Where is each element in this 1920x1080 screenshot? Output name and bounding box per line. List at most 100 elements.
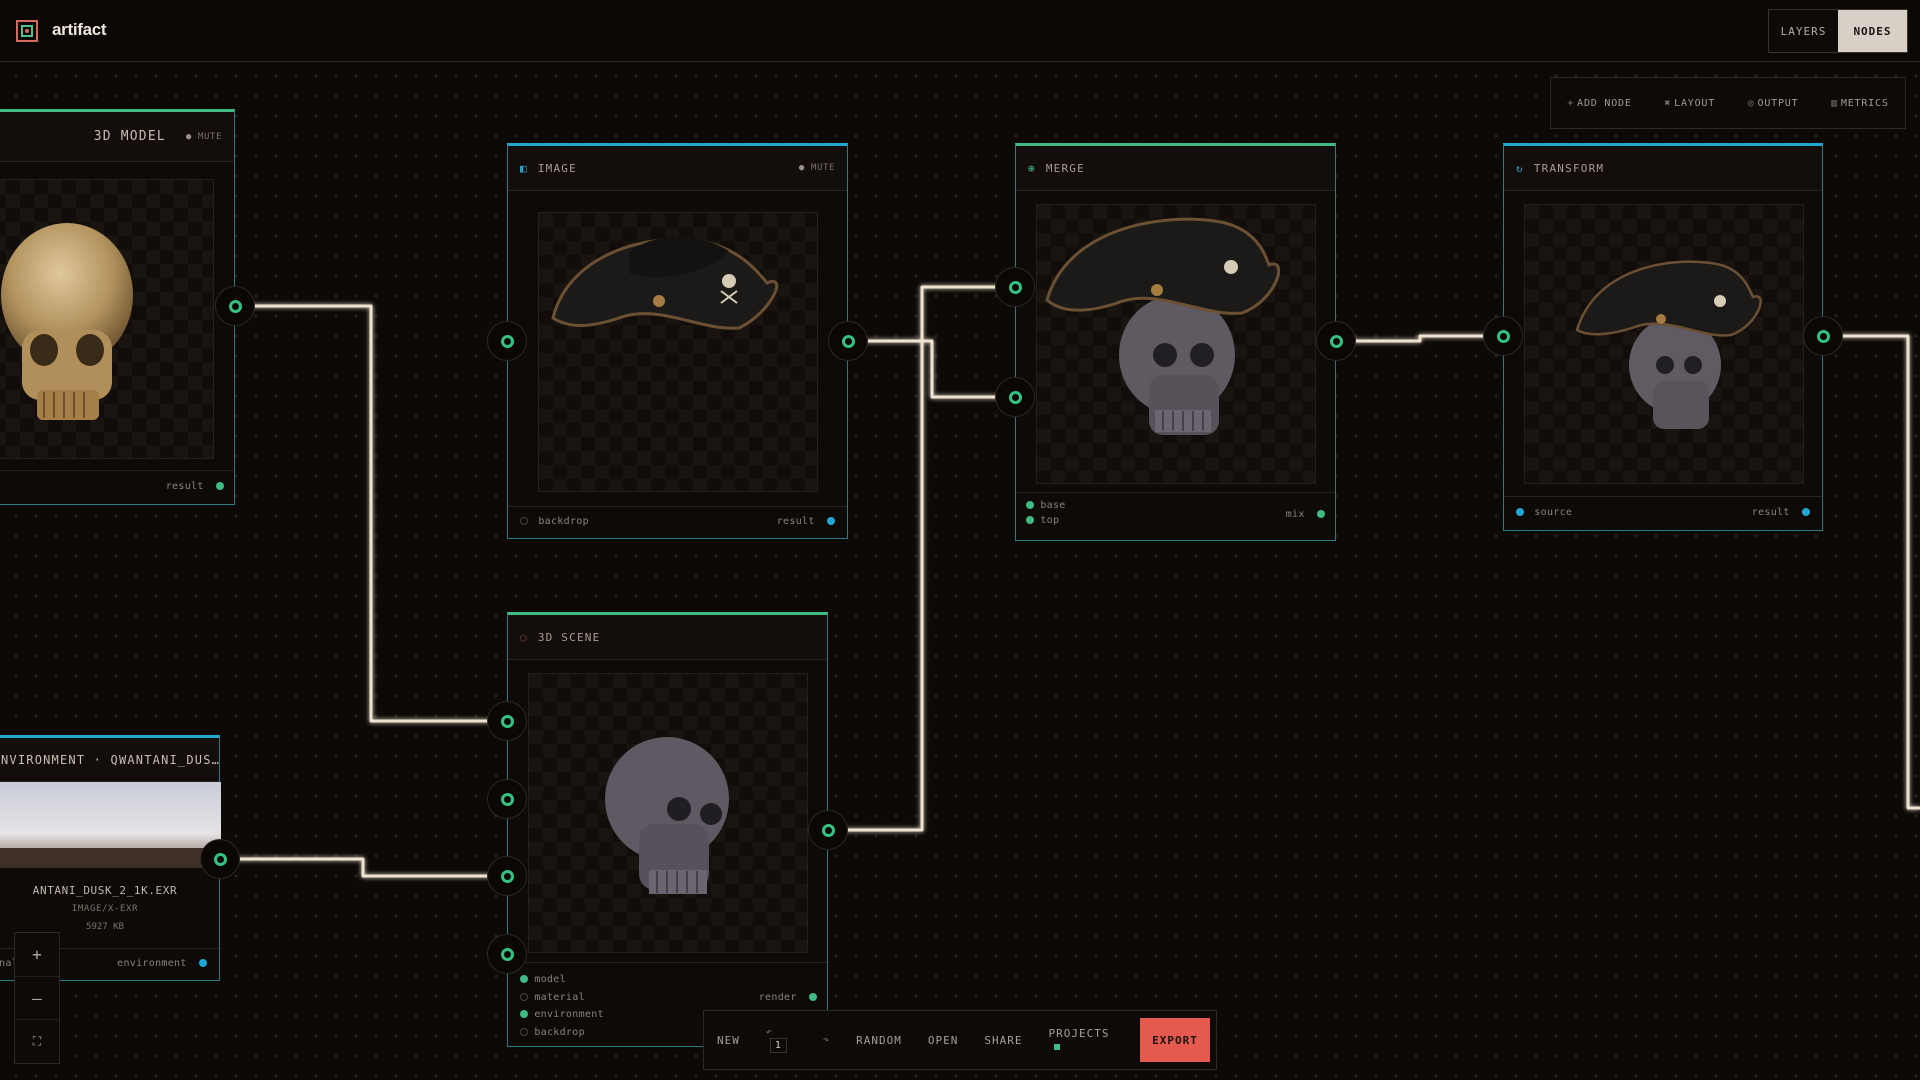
projects-status-indicator [1054, 1044, 1061, 1050]
node-merge[interactable]: ⊕ MERGE base top mix [1015, 143, 1336, 541]
zoom-out-button[interactable]: — [15, 977, 59, 1021]
top-bar: artifact LAYERS NODES [0, 0, 1920, 62]
node-preview [0, 179, 214, 459]
zoom-controls: + — ⛶ [14, 932, 60, 1064]
nodes-tab[interactable]: NODES [1838, 10, 1907, 52]
output-port-label: result [165, 481, 204, 492]
port-scene-render[interactable] [808, 810, 848, 850]
port-merge-top[interactable] [995, 377, 1035, 417]
node-title: MERGE [1045, 161, 1085, 175]
port-transform-source[interactable] [1483, 316, 1523, 356]
export-button[interactable]: EXPORT [1139, 1018, 1210, 1062]
port-scene-material[interactable] [487, 779, 527, 819]
output-button[interactable]: ◎ OUTPUT [1748, 98, 1799, 109]
layout-button[interactable]: ✖ LAYOUT [1664, 98, 1715, 109]
node-3d-model[interactable]: 3D MODEL ● MUTE result [0, 109, 235, 505]
node-preview [1524, 204, 1804, 484]
port-scene-backdrop[interactable] [487, 934, 527, 974]
projects-button[interactable]: PROJECTS [1035, 1027, 1139, 1053]
input-dot[interactable] [520, 1027, 528, 1036]
input-dot[interactable] [1026, 516, 1034, 524]
fit-view-button[interactable]: ⛶ [15, 1020, 59, 1063]
node-header[interactable]: 3D MODEL ● MUTE [0, 112, 234, 162]
input-port-label: source [1534, 507, 1573, 518]
scene-input-model: model [520, 971, 815, 989]
node-footer: backdrop result [508, 506, 847, 538]
output-dot[interactable] [809, 993, 817, 1001]
metrics-button[interactable]: ▥ METRICS [1831, 98, 1889, 109]
undo-button[interactable]: ↶1 [753, 1027, 810, 1053]
open-button[interactable]: OPEN [915, 1034, 972, 1047]
node-title: TRANSFORM [1533, 161, 1605, 175]
undo-icon: ↶ [765, 1027, 773, 1038]
output-port-label: mix [1285, 509, 1305, 520]
port-merge-base[interactable] [995, 267, 1035, 307]
port-model-result[interactable] [215, 286, 255, 326]
mute-toggle[interactable]: ● MUTE [799, 163, 835, 173]
merge-input-base: base [1026, 500, 1325, 511]
merge-icon: ⊕ [1028, 161, 1036, 175]
node-3d-scene[interactable]: ○ 3D SCENE model material environment ba… [507, 612, 828, 1047]
redo-button[interactable]: ↷ [810, 1035, 843, 1046]
node-transform[interactable]: ↻ TRANSFORM source result [1503, 143, 1823, 531]
node-header[interactable]: ⊕ MERGE [1016, 146, 1335, 191]
port-image-result[interactable] [828, 321, 868, 361]
mute-toggle[interactable]: ● MUTE [186, 132, 222, 142]
output-port-label: render [758, 992, 797, 1003]
app-logo-icon[interactable] [16, 20, 38, 42]
output-dot[interactable] [827, 517, 835, 525]
port-environment-out[interactable] [200, 839, 240, 879]
image-icon: ◧ [520, 161, 528, 175]
target-icon: ◎ [1747, 97, 1755, 109]
add-node-button[interactable]: + ADD NODE [1567, 98, 1631, 109]
output-dot[interactable] [199, 959, 207, 967]
port-merge-mix[interactable] [1316, 321, 1356, 361]
port-transform-result[interactable] [1803, 316, 1843, 356]
scene-icon: ○ [520, 630, 528, 644]
skull-image [1, 223, 133, 420]
node-title: 3D SCENE [537, 630, 601, 644]
merge-input-top: top [1026, 515, 1325, 526]
node-header[interactable]: NVIRONMENT · QWANTANI_DUS… [0, 738, 219, 782]
input-dot[interactable] [520, 975, 528, 983]
output-dot[interactable] [216, 482, 224, 490]
skull-with-hat-image [1045, 217, 1281, 435]
output-dot[interactable] [1317, 510, 1325, 518]
port-scene-model[interactable] [487, 701, 527, 741]
scene-render-image [605, 737, 729, 894]
node-title: NVIRONMENT · QWANTANI_DUS… [1, 752, 221, 767]
port-scene-environment[interactable] [487, 856, 527, 896]
input-dot[interactable] [520, 1010, 528, 1018]
node-header[interactable]: ↻ TRANSFORM [1504, 146, 1822, 191]
node-footer: source result [1504, 496, 1822, 530]
layers-tab[interactable]: LAYERS [1769, 10, 1838, 52]
output-dot[interactable] [1802, 508, 1810, 516]
share-button[interactable]: SHARE [971, 1034, 1035, 1047]
plus-icon: + [1567, 97, 1575, 109]
metrics-icon: ▥ [1831, 97, 1838, 109]
environment-size: 5927 KB [86, 922, 124, 932]
input-dot[interactable] [1026, 501, 1034, 509]
node-preview [538, 212, 818, 492]
zoom-in-button[interactable]: + [15, 933, 59, 977]
input-dot[interactable] [1516, 508, 1524, 516]
environment-filename: ANTANI_DUSK_2_1K.EXR [32, 884, 178, 897]
input-port-label: backdrop [538, 516, 589, 527]
node-footer: result [0, 470, 234, 504]
input-dot[interactable] [520, 517, 528, 525]
node-title: 3D MODEL [93, 129, 166, 144]
output-port-label: result [1751, 507, 1790, 518]
port-image-backdrop[interactable] [487, 321, 527, 361]
bottom-action-bar: NEW ↶1 ↷ RANDOM OPEN SHARE PROJECTS EXPO… [703, 1010, 1217, 1070]
node-header[interactable]: ○ 3D SCENE [508, 615, 827, 660]
undo-count: 1 [769, 1038, 787, 1053]
input-dot[interactable] [520, 992, 528, 1001]
node-header[interactable]: ◧ IMAGE ● MUTE [508, 146, 847, 191]
redo-icon: ↷ [823, 1034, 831, 1046]
output-port-label: environment [117, 958, 187, 969]
node-preview [1036, 204, 1316, 484]
environment-preview [0, 782, 221, 868]
random-button[interactable]: RANDOM [843, 1034, 915, 1047]
node-image[interactable]: ◧ IMAGE ● MUTE backdrop result [507, 143, 848, 539]
new-button[interactable]: NEW [704, 1034, 753, 1047]
